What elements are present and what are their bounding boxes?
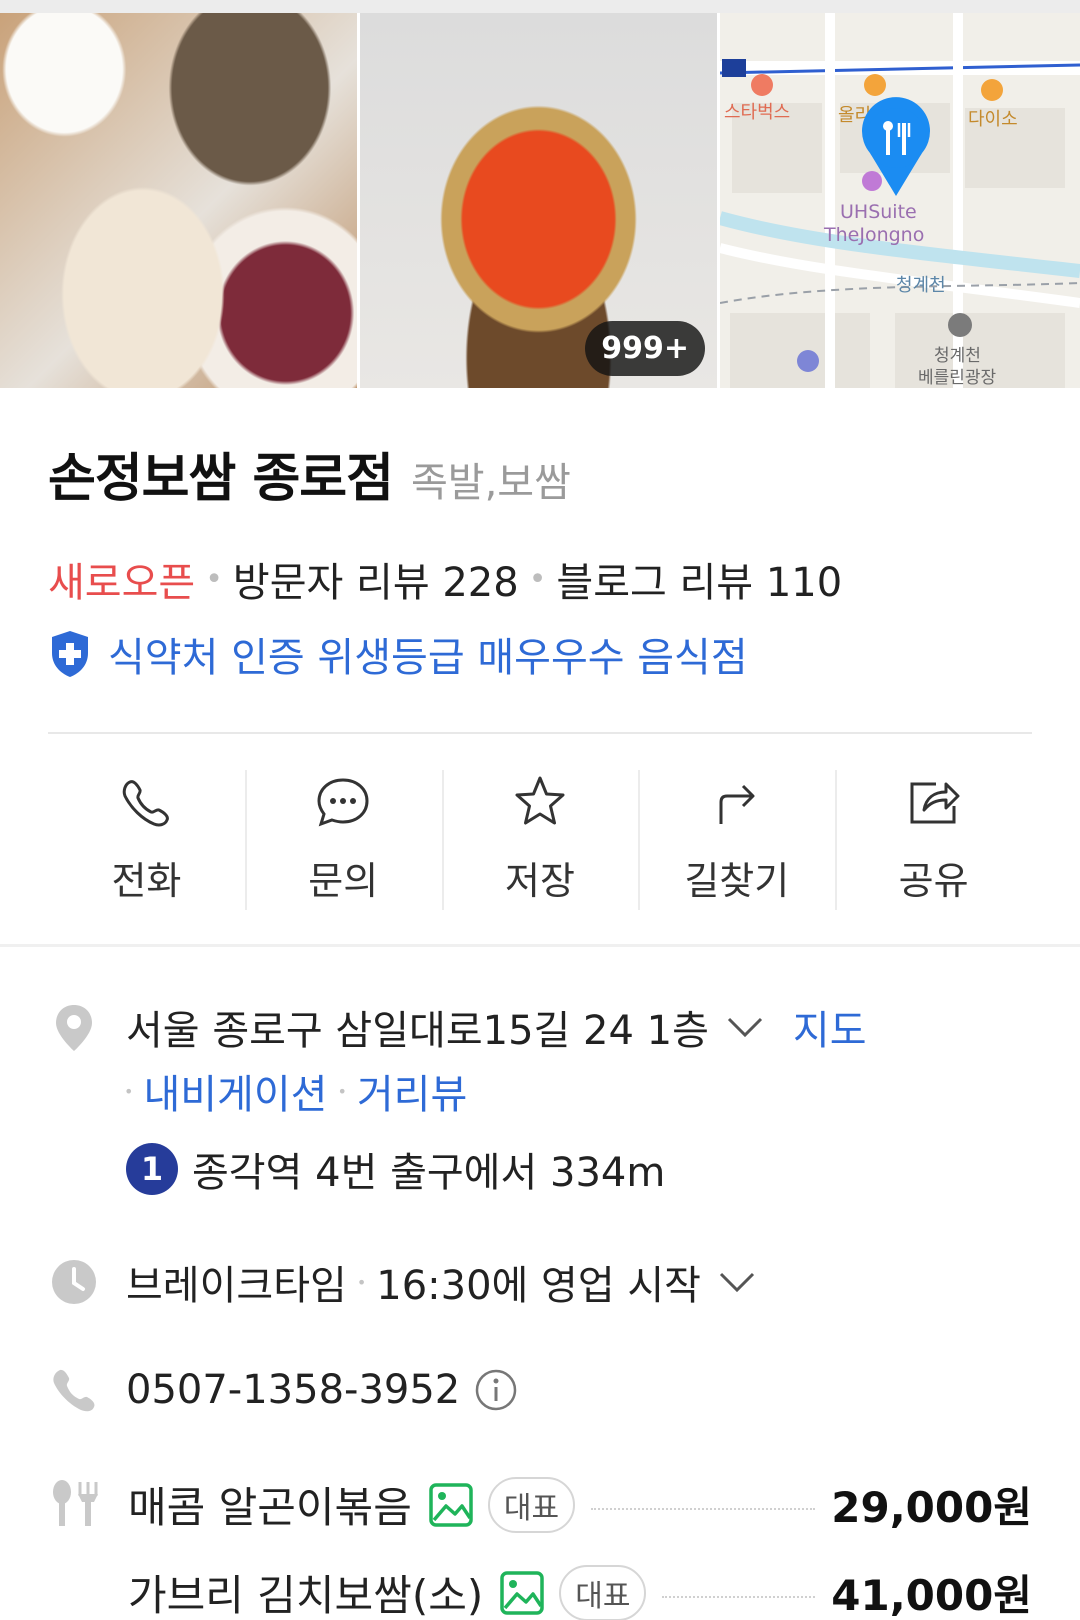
separator-dot: • <box>337 1081 347 1101</box>
chevron-down-icon[interactable] <box>715 1260 759 1304</box>
place-stats: 새로오픈 • 방문자 리뷰 228 • 블로그 리뷰 110 <box>48 550 842 608</box>
mini-map[interactable]: 스타벅스 올리브영 다이소 UHSuite TheJongno 청계천 청계천 … <box>720 13 1080 388</box>
place-category: 족발,보쌈 <box>410 460 571 506</box>
map-label-stream: 청계천 <box>896 275 946 296</box>
save-label: 저장 <box>505 859 575 903</box>
photo-spicy-noodle-soup[interactable]: 999+ <box>360 13 717 388</box>
subway-row: 1 종각역 4번 출구에서 334m <box>126 1140 665 1198</box>
share-icon <box>910 782 960 824</box>
phone-icon <box>53 1369 95 1412</box>
menu-item-name: 가브리 김치보쌈(소) <box>128 1571 484 1620</box>
star-icon <box>515 776 565 825</box>
hours-status: 브레이크타임 <box>126 1263 347 1309</box>
dotted-leader <box>591 1507 816 1510</box>
shield-icon <box>52 631 88 677</box>
call-label: 전화 <box>111 859 182 903</box>
phone-row: 0507-1358-3952 <box>48 1364 518 1416</box>
directions-button[interactable]: 길찾기 <box>638 770 835 910</box>
directions-icon <box>719 784 755 824</box>
section-divider <box>0 944 1080 947</box>
action-bar: 전화 문의 저장 길찾기 공유 <box>48 770 1032 910</box>
map-canvas: 스타벅스 올리브영 다이소 UHSuite TheJongno 청계천 청계천 … <box>720 13 1080 388</box>
separator-dot: • <box>205 561 223 597</box>
phone-number[interactable]: 0507-1358-3952 <box>126 1367 460 1413</box>
map-label-starbucks: 스타벅스 <box>724 102 790 123</box>
place-header: 손정보쌈 종로점 족발,보쌈 <box>48 436 571 511</box>
place-title: 손정보쌈 종로점 <box>48 449 394 509</box>
photo-count-badge: 999+ <box>585 321 705 376</box>
map-label-museum-2: 베를린광장 <box>918 368 997 388</box>
map-label-museum-1: 청계천 <box>934 346 981 366</box>
photo-bossam-spread[interactable] <box>0 13 357 388</box>
address-links-row: • 내비게이션 • 거리뷰 <box>124 1062 467 1120</box>
separator-dot: • <box>124 1081 134 1101</box>
menu-item[interactable]: 가브리 김치보쌈(소) 대표 41,000원 <box>128 1562 1032 1620</box>
chat-icon <box>317 778 369 827</box>
hours-row[interactable]: 브레이크타임 • 16:30에 영업 시작 <box>48 1253 759 1311</box>
map-label-daiso: 다이소 <box>968 109 1018 130</box>
address-row: 서울 종로구 삼일대로15길 24 1층 지도 <box>48 998 867 1056</box>
photo-icon <box>500 1570 544 1615</box>
menu-item[interactable]: 매콤 알곤이볶음 대표 29,000원 <box>128 1474 1032 1535</box>
location-pin-icon <box>56 1005 92 1051</box>
inquiry-button[interactable]: 문의 <box>244 770 442 910</box>
photo-icon <box>429 1482 473 1527</box>
subway-line-badge: 1 <box>126 1143 178 1195</box>
menu-item-price: 41,000원 <box>831 1571 1032 1620</box>
map-label-hotel-1: UHSuite <box>840 201 917 223</box>
inquiry-label: 문의 <box>308 859 379 903</box>
info-icon[interactable] <box>474 1368 518 1412</box>
menu-item-name: 매콤 알곤이볶음 <box>128 1483 412 1532</box>
map-label-hotel-2: TheJongno <box>823 224 924 246</box>
blog-reviews-link[interactable]: 블로그 리뷰 110 <box>556 550 842 608</box>
photo-gallery[interactable]: 999+ 스타벅스 올리브영 다이소 UHSuit <box>0 13 1080 388</box>
representative-badge: 대표 <box>559 1564 647 1620</box>
separator-dot: • <box>356 1272 367 1292</box>
fork-knife-icon <box>53 1480 98 1526</box>
hours-detail: 16:30에 영업 시작 <box>376 1263 701 1309</box>
visitor-reviews-link[interactable]: 방문자 리뷰 228 <box>233 550 519 608</box>
separator-dot: • <box>528 561 547 597</box>
clock-icon <box>52 1260 96 1304</box>
dotted-leader <box>662 1595 816 1598</box>
map-link[interactable]: 지도 <box>793 998 867 1056</box>
menu-item-price: 29,000원 <box>831 1483 1032 1532</box>
navigation-link[interactable]: 내비게이션 <box>143 1062 327 1120</box>
certification-text: 식약처 인증 위생등급 매우우수 음식점 <box>108 635 748 681</box>
call-button[interactable]: 전화 <box>48 770 245 910</box>
top-strip <box>0 0 1080 13</box>
chevron-down-icon[interactable] <box>723 1005 767 1049</box>
hygiene-certification[interactable]: 식약처 인증 위생등급 매우우수 음식점 <box>48 625 748 683</box>
subway-text: 종각역 4번 출구에서 334m <box>192 1150 666 1196</box>
phone-icon <box>123 780 170 827</box>
share-label: 공유 <box>898 859 969 903</box>
share-button[interactable]: 공유 <box>835 770 1032 910</box>
streetview-link[interactable]: 거리뷰 <box>357 1062 467 1120</box>
address-text[interactable]: 서울 종로구 삼일대로15길 24 1층 <box>126 998 709 1056</box>
save-button[interactable]: 저장 <box>441 770 639 910</box>
divider <box>48 732 1032 734</box>
directions-label: 길찾기 <box>684 859 790 903</box>
new-open-badge: 새로오픈 <box>48 560 196 606</box>
representative-badge: 대표 <box>487 1476 576 1533</box>
